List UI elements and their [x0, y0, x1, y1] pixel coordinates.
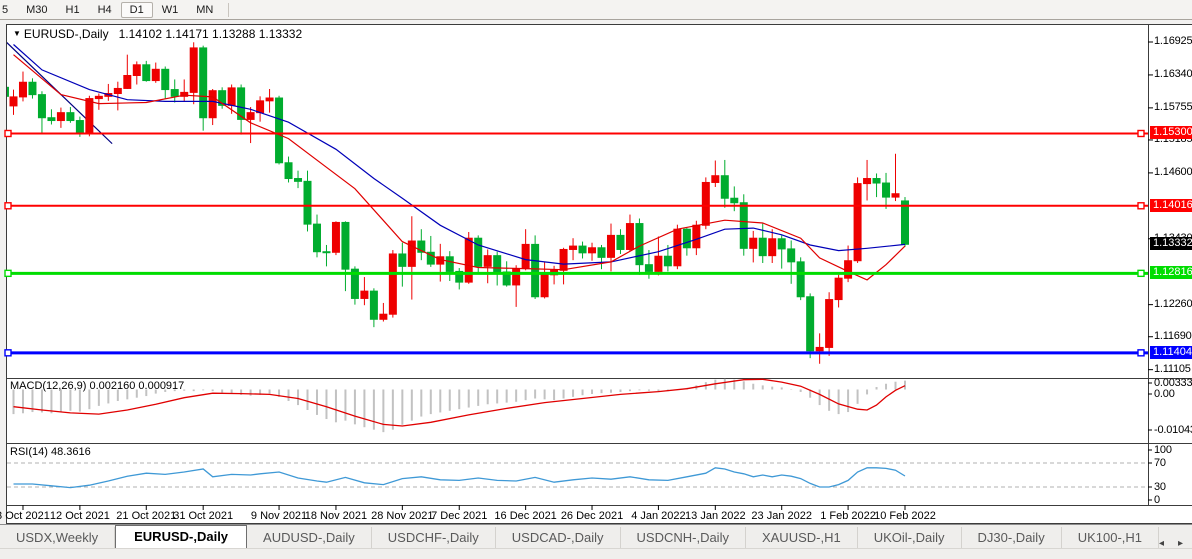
price-axis-tick[interactable]: 1.16925: [1154, 35, 1192, 47]
hline-handle[interactable]: [1138, 270, 1144, 276]
rsi-axis-label[interactable]: 70: [1154, 457, 1166, 469]
symbol-tab-UK100-H1[interactable]: UK100-,H1: [1062, 527, 1159, 549]
symbol-tab-bar: USDX,WeeklyEURUSD-,DailyAUDUSD-,DailyUSD…: [0, 524, 1192, 549]
hline-handle[interactable]: [5, 270, 11, 276]
hline-price-label: 1.14016: [1150, 199, 1192, 212]
current-price-label: 1.13332: [1150, 237, 1192, 250]
symbol-tab-EURUSD-Daily[interactable]: EURUSD-,Daily: [115, 525, 247, 549]
hline-handle[interactable]: [5, 203, 11, 209]
chart-title: ▼EURUSD-,Daily 1.14102 1.14171 1.13288 1.…: [13, 27, 302, 41]
price-axis-tick[interactable]: 1.16340: [1154, 68, 1192, 80]
status-bar: [0, 548, 1192, 559]
symbol-tab-USDCNH-Daily[interactable]: USDCNH-,Daily: [621, 527, 746, 549]
symbol-tab-XAUUSD-H1[interactable]: XAUUSD-,H1: [746, 527, 858, 549]
hline-handle[interactable]: [1138, 130, 1144, 136]
hline-price-label: 1.11404: [1150, 346, 1192, 359]
macd-axis-label[interactable]: -0.010439: [1154, 424, 1192, 436]
macd-axis-label[interactable]: 0.00: [1154, 388, 1175, 400]
ohlc-values: 1.14102 1.14171 1.13288 1.13332: [119, 27, 303, 41]
symbol-dropdown-icon[interactable]: ▼: [13, 29, 21, 38]
chart-symbol-label: EURUSD-,Daily: [24, 27, 109, 41]
date-axis-label[interactable]: 10 Feb 2022: [860, 510, 950, 522]
hline-handle[interactable]: [1138, 350, 1144, 356]
symbol-tab-AUDUSD-Daily[interactable]: AUDUSD-,Daily: [247, 527, 372, 549]
price-axis-tick[interactable]: 1.11105: [1154, 363, 1191, 375]
symbol-tab-UKOil-Daily[interactable]: UKOil-,Daily: [858, 527, 962, 549]
macd-indicator-label: MACD(12,26,9) 0.002160 0.000917: [10, 380, 184, 392]
trading-app-window: 5M30H1H4D1W1MN ▼EURUSD-,Daily1.14102 1.1…: [0, 0, 1192, 558]
rsi-axis-label[interactable]: 0: [1154, 494, 1160, 506]
hline-handle[interactable]: [5, 130, 11, 136]
rsi-axis-label[interactable]: 30: [1154, 481, 1166, 493]
symbol-tab-USDCHF-Daily[interactable]: USDCHF-,Daily: [372, 527, 496, 549]
hline-price-label: 1.12816: [1150, 266, 1192, 279]
price-axis-tick[interactable]: 1.11690: [1154, 330, 1192, 342]
chart-canvas[interactable]: [0, 0, 1192, 558]
price-axis-tick[interactable]: 1.15755: [1154, 101, 1192, 113]
symbol-tab-USDCAD-Daily[interactable]: USDCAD-,Daily: [496, 527, 621, 549]
price-axis-tick[interactable]: 1.12260: [1154, 298, 1192, 310]
rsi-indicator-label: RSI(14) 48.3616: [10, 446, 91, 458]
hline-price-label: 1.15300: [1150, 126, 1192, 139]
hline-handle[interactable]: [5, 350, 11, 356]
rsi-axis-label[interactable]: 100: [1154, 444, 1172, 456]
symbol-tab-USDX-Weekly[interactable]: USDX,Weekly: [0, 527, 115, 549]
price-axis-tick[interactable]: 1.14600: [1154, 166, 1192, 178]
hline-handle[interactable]: [1138, 203, 1144, 209]
symbol-tab-DJ30-Daily[interactable]: DJ30-,Daily: [962, 527, 1062, 549]
